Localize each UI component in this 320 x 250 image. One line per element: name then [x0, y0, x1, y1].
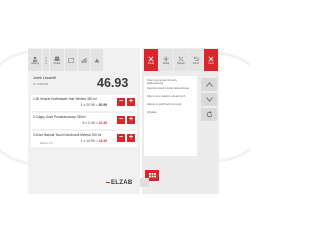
item-calc: 1 x 20.99 = 20.99: [80, 103, 107, 107]
print-icon: [54, 56, 60, 61]
messages-down-button[interactable]: [201, 93, 217, 106]
customer-number: Nr 14580098: [33, 83, 48, 86]
decrease-qty-button[interactable]: −: [117, 134, 125, 142]
add-icon: [163, 56, 169, 61]
refresh-icon: [206, 111, 212, 118]
receipt-total: 46.93: [97, 76, 129, 90]
delete-icon: [208, 55, 214, 62]
item-calc: 5 x 2.49 = 12.45: [82, 121, 107, 125]
increase-qty-button[interactable]: +: [127, 116, 135, 124]
cart-item[interactable]: 1.Mr Muscle Kraftmaster Hair Whitent 350…: [31, 95, 137, 111]
toolbar-button-more[interactable]: [43, 49, 49, 71]
item-name: 2.Cappy Juice Pomarańczowy 330ml: [33, 115, 86, 119]
cart-item[interactable]: 2.Cappy Juice Pomarańczowy 330ml 5 x 2.4…: [31, 113, 137, 129]
card-icon: [68, 57, 74, 63]
item-name: 1.Mr Muscle Kraftmaster Hair Whitent 350…: [33, 97, 97, 101]
up-icon: [94, 58, 100, 62]
toolbar-button-print[interactable]: Drukuj: [50, 49, 64, 71]
footer-button[interactable]: [140, 178, 149, 187]
chevron-up-icon: [205, 82, 213, 87]
pos-screen: Zaloguj Drukuj Anuluj Dodaj Rabaty Zwrot…: [0, 0, 250, 250]
toolbar-button-card[interactable]: [65, 49, 77, 71]
chevron-down-icon: [205, 97, 213, 102]
message-item[interactable]: Zakupy w godzinach promocji: [147, 103, 193, 106]
increase-qty-button[interactable]: +: [127, 134, 135, 142]
close-icon: [148, 55, 154, 62]
item-note: Rabat 1.5 zł: [40, 142, 53, 145]
item-calc: 1 x 14.99 = 13.49: [80, 139, 107, 143]
message-item[interactable]: Wypłata: [147, 111, 193, 114]
toolbar-button-add[interactable]: Dodaj: [159, 49, 173, 71]
message-item[interactable]: Klient niema jeszcze karty lojalnościowe…: [147, 79, 193, 85]
message-list: Klient niema jeszcze karty lojalnościowe…: [144, 76, 197, 156]
grid-icon: [148, 172, 156, 177]
message-item[interactable]: Klient ma w ostatnio zakupionych: [147, 95, 193, 98]
item-name: 3.Dove Natural Touch Deodorant Mineral 1…: [33, 133, 102, 137]
toolbar-button-chart[interactable]: [78, 49, 90, 71]
cart-item[interactable]: 3.Dove Natural Touch Deodorant Mineral 1…: [31, 131, 137, 147]
toolbar-button-up[interactable]: [91, 49, 103, 71]
chart-icon: [81, 57, 87, 63]
messages-up-button[interactable]: [201, 78, 217, 91]
elzab-logo: ELZAB: [106, 180, 133, 186]
toolbar-button-login[interactable]: Zaloguj: [28, 49, 42, 71]
toolbar-button-return[interactable]: Zwrot: [189, 49, 203, 71]
vertical-dots-icon: [45, 56, 47, 64]
toolbar-button-delete[interactable]: Usuń: [204, 49, 218, 71]
message-item[interactable]: Zaproponować 1 kartę lojalnościowa: [147, 87, 193, 90]
messages-refresh-button[interactable]: [201, 108, 217, 121]
decrease-qty-button[interactable]: −: [117, 116, 125, 124]
decrease-qty-button[interactable]: −: [117, 98, 125, 106]
customer-name: Jurek Leczmiñ: [33, 76, 57, 80]
increase-qty-button[interactable]: +: [127, 98, 135, 106]
discount-icon: [178, 56, 184, 61]
login-icon: [33, 56, 37, 62]
toolbar-button-discounts[interactable]: Rabaty: [174, 49, 188, 71]
toolbar-button-cancel[interactable]: Anuluj: [144, 49, 158, 71]
return-icon: [193, 56, 199, 61]
